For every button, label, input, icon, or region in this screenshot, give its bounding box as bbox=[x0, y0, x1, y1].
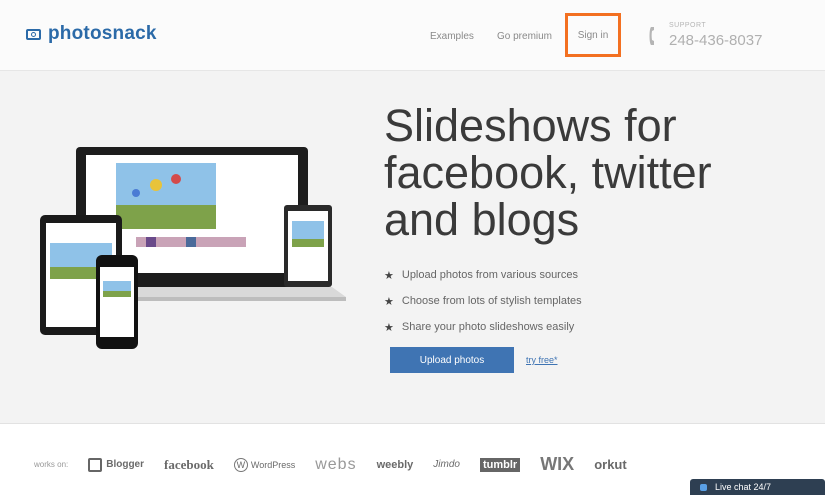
feature-item: ★ Choose from lots of stylish templates bbox=[384, 288, 582, 314]
support-phone-number: 248-436-8037 bbox=[669, 32, 763, 49]
star-icon: ★ bbox=[384, 295, 394, 308]
chat-icon bbox=[700, 483, 707, 491]
nav-sign-in-link[interactable]: Sign in bbox=[578, 30, 609, 41]
works-on-label: works on: bbox=[34, 460, 69, 469]
wix-logo: WIX bbox=[540, 454, 575, 474]
site-header: photosnack Examples Go premium Sign in S… bbox=[0, 0, 825, 71]
photosnack-logo[interactable]: photosnack bbox=[26, 23, 157, 45]
nav-go-premium-link[interactable]: Go premium bbox=[497, 31, 552, 42]
live-chat-label: Live chat 24/7 bbox=[715, 482, 772, 492]
webs-logo: webs bbox=[315, 455, 357, 473]
nav-examples-link[interactable]: Examples bbox=[430, 31, 474, 42]
feature-text: Upload photos from various sources bbox=[401, 269, 578, 281]
star-icon: ★ bbox=[384, 321, 394, 334]
blogger-logo: Blogger bbox=[88, 457, 145, 472]
star-icon: ★ bbox=[384, 269, 394, 282]
tumblr-logo: tumblr bbox=[479, 457, 521, 472]
feature-list: ★ Upload photos from various sources ★ C… bbox=[384, 262, 582, 340]
feature-text: Share your photo slideshows easily bbox=[401, 321, 575, 333]
headline-line-1: Slideshows for bbox=[384, 100, 677, 151]
brand-name: photosnack bbox=[48, 23, 157, 44]
blogger-icon bbox=[88, 457, 103, 472]
feature-item: ★ Share your photo slideshows easily bbox=[384, 314, 582, 340]
jimdo-logo: Jimdo bbox=[433, 459, 460, 470]
wordpress-label: WordPress bbox=[250, 459, 296, 470]
upload-photos-button[interactable]: Upload photos bbox=[390, 347, 514, 373]
devices-illustration bbox=[40, 147, 346, 349]
phone-icon bbox=[649, 27, 654, 45]
photosnack-logo-icon bbox=[26, 28, 41, 40]
facebook-logo: facebook bbox=[164, 456, 214, 472]
partners-strip: works on: Blogger facebook W WordPress w… bbox=[34, 454, 627, 475]
wordpress-logo: W WordPress bbox=[233, 457, 296, 472]
weebly-logo: weebly bbox=[376, 458, 414, 471]
headline-line-2: facebook, twitter bbox=[384, 147, 712, 198]
support-label: SUPPORT bbox=[669, 22, 707, 29]
blogger-label: Blogger bbox=[106, 459, 145, 470]
feature-text: Choose from lots of stylish templates bbox=[401, 295, 582, 307]
wordpress-icon: W bbox=[233, 457, 248, 472]
live-chat-button[interactable]: Live chat 24/7 bbox=[690, 479, 825, 495]
sign-in-highlight: Sign in bbox=[565, 13, 621, 57]
feature-item: ★ Upload photos from various sources bbox=[384, 262, 582, 288]
headline-line-3: and blogs bbox=[384, 194, 580, 245]
orkut-logo: orkut bbox=[594, 457, 627, 472]
hero-headline: Slideshows for facebook, twitter and blo… bbox=[384, 102, 712, 243]
try-free-link[interactable]: try free* bbox=[526, 355, 558, 365]
